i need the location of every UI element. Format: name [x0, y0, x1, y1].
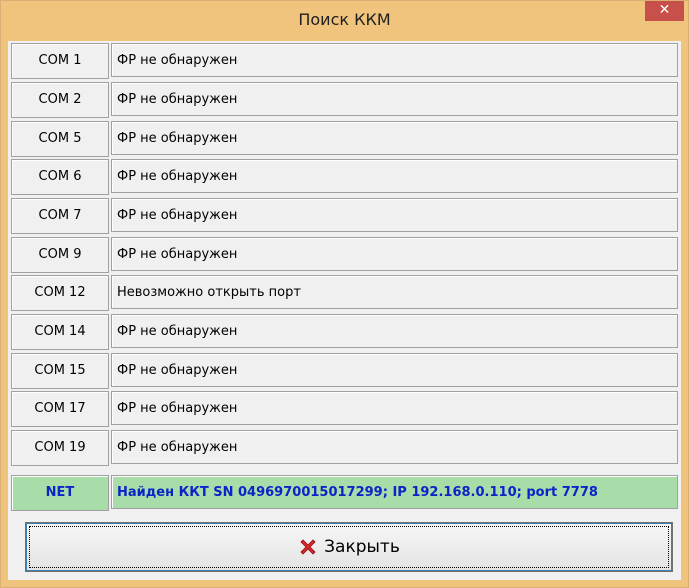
window-title: Поиск ККМ [298, 10, 391, 29]
port-cell: COM 2 [11, 82, 109, 118]
port-cell: NET [11, 475, 109, 511]
port-cell: COM 15 [11, 353, 109, 389]
port-cell: COM 17 [11, 391, 109, 427]
table-row: COM 14 ФР не обнаружен [11, 314, 679, 350]
table-row: COM 12 Невозможно открыть порт [11, 275, 679, 311]
table-row: COM 1 ФР не обнаружен [11, 43, 679, 79]
status-cell: ФР не обнаружен [111, 314, 678, 348]
table-row: COM 17 ФР не обнаружен [11, 391, 679, 427]
port-cell: COM 7 [11, 198, 109, 234]
status-cell: ФР не обнаружен [111, 391, 678, 425]
port-cell: COM 5 [11, 121, 109, 157]
close-button-label: Закрыть [324, 537, 400, 557]
title-bar[interactable]: Поиск ККМ ✕ [1, 1, 688, 41]
table-row: COM 9 ФР не обнаружен [11, 237, 679, 273]
table-row: COM 2 ФР не обнаружен [11, 82, 679, 118]
port-cell: COM 9 [11, 237, 109, 273]
status-cell: ФР не обнаружен [111, 43, 678, 77]
port-cell: COM 1 [11, 43, 109, 79]
status-cell: ФР не обнаружен [111, 198, 678, 232]
red-x-icon [300, 539, 316, 555]
status-cell: Невозможно открыть порт [111, 275, 678, 309]
status-cell: ФР не обнаружен [111, 121, 678, 155]
close-button[interactable]: Закрыть [25, 522, 673, 572]
table-row: COM 7 ФР не обнаружен [11, 198, 679, 234]
table-row: COM 15 ФР не обнаружен [11, 353, 679, 389]
port-cell: COM 19 [11, 430, 109, 466]
status-cell: ФР не обнаружен [111, 430, 678, 464]
status-cell: ФР не обнаружен [111, 237, 678, 271]
port-cell: COM 14 [11, 314, 109, 350]
status-cell: ФР не обнаружен [111, 82, 678, 116]
status-cell: ФР не обнаружен [111, 353, 678, 387]
table-row: COM 6 ФР не обнаружен [11, 159, 679, 195]
results-panel: COM 1 ФР не обнаружен COM 2 ФР не обнару… [8, 41, 681, 580]
table-row: COM 5 ФР не обнаружен [11, 121, 679, 157]
table-row: COM 19 ФР не обнаружен [11, 430, 679, 466]
port-cell: COM 12 [11, 275, 109, 311]
found-device-row: NET Найден ККТ SN 0496970015017299; IP 1… [11, 475, 679, 511]
window-close-icon[interactable]: ✕ [645, 1, 684, 21]
status-cell: ФР не обнаружен [111, 159, 678, 193]
status-cell: Найден ККТ SN 0496970015017299; IP 192.1… [111, 475, 678, 509]
dialog-window: Поиск ККМ ✕ COM 1 ФР не обнаружен COM 2 … [0, 0, 689, 588]
port-cell: COM 6 [11, 159, 109, 195]
